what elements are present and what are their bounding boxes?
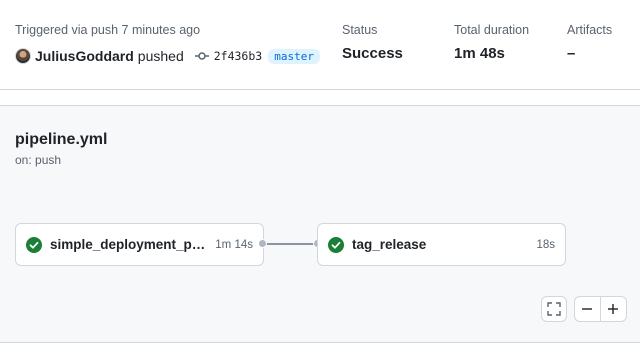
- minus-icon: [582, 308, 593, 310]
- commit-sha-link[interactable]: 2f436b3: [214, 49, 262, 63]
- duration-label: Total duration: [454, 23, 530, 37]
- status-value: Success: [342, 45, 403, 62]
- job-connector: [262, 243, 320, 245]
- job-duration: 18s: [536, 238, 555, 251]
- success-check-icon: [26, 236, 42, 253]
- status-label: Status: [342, 23, 378, 37]
- trigger-text: Triggered via push 7 minutes ago: [15, 23, 201, 37]
- action-text: pushed: [137, 48, 184, 64]
- run-summary: Triggered via push 7 minutes ago JuliusG…: [0, 0, 640, 90]
- artifacts-label: Artifacts: [567, 23, 613, 37]
- duration-value: 1m 48s: [454, 45, 505, 62]
- branch-badge[interactable]: master: [268, 48, 320, 64]
- zoom-controls: [574, 296, 627, 322]
- job-name: simple_deployment_pip...: [50, 237, 208, 252]
- zoom-out-button[interactable]: [575, 297, 601, 321]
- fullscreen-button[interactable]: [541, 296, 567, 322]
- fullscreen-icon: [547, 302, 561, 316]
- workflow-file-name: pipeline.yml: [15, 131, 108, 148]
- job-card-simple-deployment[interactable]: simple_deployment_pip... 1m 14s: [15, 223, 264, 266]
- plus-icon: [608, 304, 619, 314]
- avatar[interactable]: [15, 48, 31, 64]
- artifacts-value: –: [567, 45, 576, 62]
- actor-link[interactable]: JuliusGoddard: [35, 48, 134, 64]
- git-commit-icon: [194, 48, 210, 64]
- workflow-graph: pipeline.yml on: push simple_deployment_…: [0, 105, 640, 343]
- job-duration: 1m 14s: [215, 238, 253, 251]
- workflow-trigger: on: push: [15, 153, 62, 167]
- connector-start-dot: [258, 239, 267, 248]
- trigger-row: JuliusGoddard pushed 2f436b3 master: [15, 46, 320, 66]
- job-name: tag_release: [352, 237, 427, 252]
- job-card-tag-release[interactable]: tag_release 18s: [317, 223, 566, 266]
- zoom-in-button[interactable]: [601, 297, 626, 321]
- success-check-icon: [328, 236, 344, 253]
